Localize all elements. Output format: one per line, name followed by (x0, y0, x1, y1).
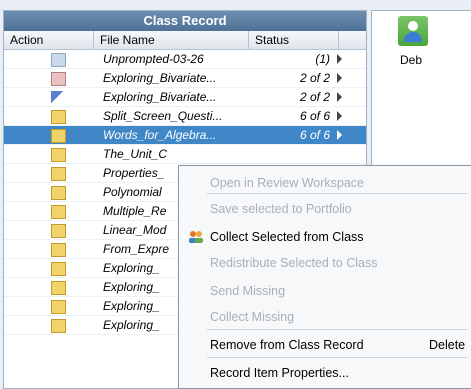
file-status: 2 of 2 (299, 90, 330, 104)
expand-arrow-icon[interactable] (337, 54, 342, 64)
column-file-name[interactable]: File Name (94, 31, 249, 49)
column-header-row: Action File Name Status (4, 31, 366, 50)
envelope-icon (51, 224, 66, 238)
expand-arrow-icon[interactable] (337, 73, 342, 83)
envelope-icon (51, 186, 66, 200)
envelope-icon (51, 281, 66, 295)
menu-item[interactable]: Collect Selected from Class (179, 226, 471, 250)
envelope-icon (51, 129, 66, 143)
table-row[interactable]: The_Unit_C (4, 145, 366, 164)
menu-item: Save selected to Portfolio (179, 198, 471, 222)
student-avatar-icon[interactable] (398, 16, 428, 46)
envelope-icon (51, 243, 66, 257)
expand-arrow-icon[interactable] (337, 130, 342, 140)
envelope-icon (51, 148, 66, 162)
file-name: Exploring_Bivariate... (103, 90, 217, 104)
menu-item-label: Record Item Properties... (210, 366, 349, 380)
column-action[interactable]: Action (4, 31, 94, 49)
menu-item: Open in Review Workspace (179, 172, 471, 196)
file-status: 6 of 6 (299, 109, 330, 123)
context-menu: Open in Review Workspace Save selected to… (178, 165, 471, 389)
menu-item-label: Save selected to Portfolio (210, 202, 352, 216)
menu-item-label: Open in Review Workspace (210, 176, 365, 190)
envelope-icon (51, 205, 66, 219)
file-name: Exploring_Bivariate... (103, 71, 217, 85)
table-row[interactable]: Split_Screen_Questi... 6 of 6 (4, 107, 366, 126)
menu-item-label: Remove from Class Record (210, 338, 364, 352)
column-status[interactable]: Status (249, 31, 339, 49)
table-row[interactable]: Exploring_Bivariate... 2 of 2 (4, 69, 366, 88)
menu-item[interactable]: Remove from Class Record Delete (179, 334, 471, 358)
menu-item: Collect Missing (179, 306, 471, 330)
table-row[interactable]: Unprompted-03-26 (1) (4, 50, 366, 69)
menu-item-label: Send Missing (210, 284, 286, 298)
envelope-icon (51, 167, 66, 181)
envelope-icon (51, 110, 66, 124)
expand-arrow-icon[interactable] (337, 92, 342, 102)
menu-item: Send Missing (179, 280, 471, 304)
file-status: (1) (315, 52, 330, 66)
menu-item: Redistribute Selected to Class (179, 252, 471, 276)
error-icon (51, 72, 66, 86)
table-row[interactable]: Words_for_Algebra... 6 of 6 (4, 126, 366, 145)
file-name: Split_Screen_Questi... (103, 109, 223, 123)
menu-item-label: Collect Selected from Class (210, 230, 364, 244)
menu-item-label: Collect Missing (210, 310, 295, 324)
expand-arrow-icon[interactable] (337, 111, 342, 121)
people-icon (188, 230, 204, 244)
student-name: Deb (400, 53, 423, 67)
table-row[interactable]: Exploring_Bivariate... 2 of 2 (4, 88, 366, 107)
file-status: 6 of 6 (299, 128, 330, 142)
envelope-icon (51, 300, 66, 314)
file-name: The_Unit_C (103, 147, 168, 161)
menu-item[interactable]: Record Item Properties... (179, 362, 471, 386)
envelope-icon (51, 319, 66, 333)
flag-icon (51, 91, 64, 103)
file-name: Unprompted-03-26 (103, 52, 204, 66)
panel-title: Class Record (4, 11, 366, 31)
menu-item-shortcut: Delete (429, 338, 466, 352)
folder-icon (51, 53, 66, 67)
file-name: Words_for_Algebra... (103, 128, 217, 142)
envelope-icon (51, 262, 66, 276)
file-status: 2 of 2 (299, 71, 330, 85)
menu-item-label: Redistribute Selected to Class (210, 256, 378, 270)
